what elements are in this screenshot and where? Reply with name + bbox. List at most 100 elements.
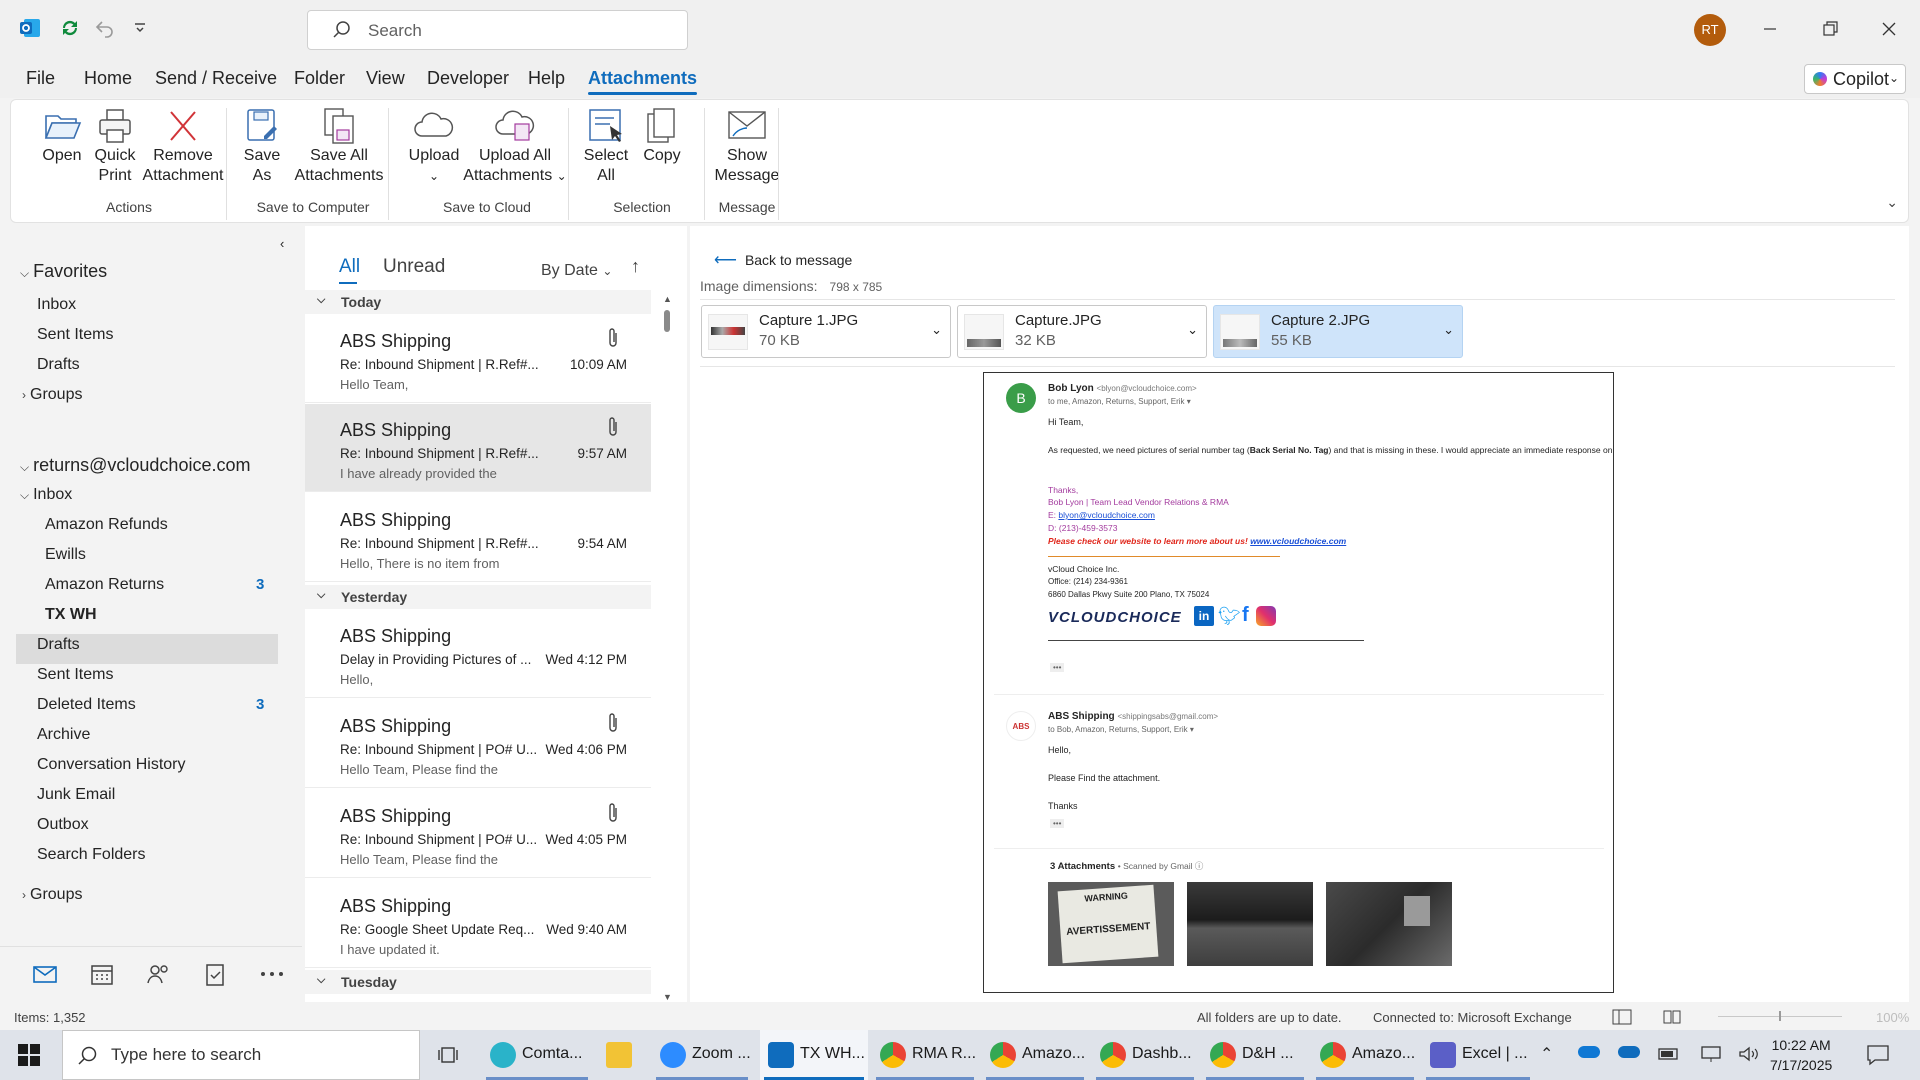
tab-file[interactable]: File <box>26 68 55 89</box>
collapse-pane-icon[interactable]: ‹ <box>280 236 284 251</box>
upload-all-attachments-button[interactable]: Upload All Attachments ⌄ <box>463 108 567 186</box>
tab-folder[interactable]: Folder <box>294 68 345 89</box>
restore-icon[interactable] <box>1815 14 1845 44</box>
save-as-button[interactable]: Save As <box>237 108 287 186</box>
tab-view[interactable]: View <box>366 68 405 89</box>
windows-start-icon[interactable] <box>18 1044 40 1066</box>
message-list-scrollbar[interactable]: ▲ ▼ <box>662 294 672 1002</box>
tab-home[interactable]: Home <box>84 68 132 89</box>
favorites-header[interactable]: ⌵ Favorites <box>20 261 107 282</box>
sort-direction-icon[interactable]: ↑ <box>631 256 640 277</box>
sidebar-item-drafts[interactable]: Drafts <box>37 636 80 654</box>
onedrive-business-icon[interactable] <box>1618 1046 1640 1058</box>
zoom-slider-thumb[interactable] <box>1779 1011 1781 1021</box>
customize-toolbar-icon[interactable] <box>128 16 152 40</box>
ribbon-collapse-icon[interactable]: ⌄ <box>1886 194 1898 211</box>
taskbar-app-chrome-dh[interactable]: D&H ... <box>1202 1030 1308 1080</box>
sidebar-item-conversation-history[interactable]: Conversation History <box>37 756 186 774</box>
sidebar-item-amazon-returns[interactable]: Amazon Returns <box>45 576 164 594</box>
save-all-attachments-button[interactable]: Save All Attachments <box>289 108 389 186</box>
groups-header[interactable]: › Groups <box>22 386 82 404</box>
attachment-capture-2[interactable]: Capture 2.JPG 55 KB ⌄ <box>1213 305 1463 358</box>
taskbar-app-teams-excel[interactable]: Excel | ... <box>1422 1030 1534 1080</box>
people-icon[interactable] <box>143 959 173 989</box>
groups-header[interactable]: › Groups <box>22 886 82 904</box>
fav-sent-items[interactable]: Sent Items <box>37 326 113 344</box>
copy-button[interactable]: Copy <box>635 108 689 166</box>
minimize-icon[interactable] <box>1755 14 1785 44</box>
message-item[interactable]: ABS Shipping Re: Inbound Shipment | PO# … <box>305 700 651 788</box>
reading-view-icon[interactable] <box>1662 1009 1682 1025</box>
calendar-icon[interactable] <box>87 959 117 989</box>
back-to-message-link[interactable]: ⟵ Back to message <box>714 250 852 270</box>
taskbar-app-file-explorer[interactable] <box>598 1030 648 1080</box>
avatar[interactable]: RT <box>1694 14 1726 46</box>
account-header[interactable]: ⌵ returns@vcloudchoice.com <box>20 455 250 476</box>
sidebar-item-tx-wh[interactable]: TX WH <box>45 606 97 624</box>
upload-button[interactable]: Upload ⌄ <box>399 108 469 186</box>
message-item[interactable]: ABS Shipping Re: Inbound Shipment | R.Re… <box>305 315 651 403</box>
notifications-icon[interactable] <box>1866 1044 1890 1066</box>
clock[interactable]: 10:22 AM 7/17/2025 <box>1770 1035 1832 1075</box>
task-view-icon[interactable] <box>437 1044 459 1066</box>
attachment-capture[interactable]: Capture.JPG 32 KB ⌄ <box>957 305 1207 358</box>
taskbar-app-zoom[interactable]: Zoom ... <box>652 1030 752 1080</box>
sidebar-item-deleted-items[interactable]: Deleted Items <box>37 696 136 714</box>
onedrive-icon[interactable] <box>1578 1046 1600 1058</box>
taskbar-app-outlook[interactable]: TX WH... <box>760 1030 868 1080</box>
scrollbar-thumb[interactable] <box>664 310 670 332</box>
sidebar-item-inbox[interactable]: ⌵ Inbox <box>20 486 72 504</box>
chevron-down-icon: ⌄ <box>428 169 440 183</box>
battery-icon[interactable] <box>1658 1045 1680 1063</box>
sidebar-item-ewills[interactable]: Ewills <box>45 546 86 564</box>
tab-all[interactable]: All <box>339 256 360 278</box>
message-item-selected[interactable]: ABS Shipping Re: Inbound Shipment | R.Re… <box>305 404 651 492</box>
sidebar-item-search-folders[interactable]: Search Folders <box>37 846 146 864</box>
sidebar-item-junk-email[interactable]: Junk Email <box>37 786 115 804</box>
network-icon[interactable] <box>1700 1045 1722 1063</box>
fav-inbox[interactable]: Inbox <box>37 296 76 314</box>
message-item[interactable]: ABS Shipping Re: Google Sheet Update Req… <box>305 880 651 968</box>
sidebar-item-amazon-refunds[interactable]: Amazon Refunds <box>45 516 168 534</box>
fav-drafts[interactable]: Drafts <box>37 356 80 374</box>
tab-developer[interactable]: Developer <box>427 68 509 89</box>
tab-attachments[interactable]: Attachments <box>588 68 698 95</box>
taskbar-app-chrome-amazon[interactable]: Amazo... <box>982 1030 1088 1080</box>
taskbar-app-chrome-dashboard[interactable]: Dashb... <box>1092 1030 1198 1080</box>
message-item[interactable]: ABS Shipping Delay in Providing Pictures… <box>305 610 651 698</box>
sidebar-item-archive[interactable]: Archive <box>37 726 90 744</box>
attachment-capture-1[interactable]: Capture 1.JPG 70 KB ⌄ <box>701 305 951 358</box>
taskbar-app-chrome-amazon-2[interactable]: Amazo... <box>1312 1030 1418 1080</box>
taskbar-app-comta[interactable]: Comta... <box>482 1030 592 1080</box>
chevron-down-icon[interactable]: ⌄ <box>1187 322 1198 338</box>
message-item[interactable]: ABS Shipping Re: Inbound Shipment | PO# … <box>305 790 651 878</box>
sync-icon[interactable] <box>58 16 82 40</box>
group-header-tuesday[interactable]: ⌵ Tuesday <box>305 970 651 994</box>
chevron-down-icon[interactable]: ⌄ <box>931 322 942 338</box>
chevron-down-icon[interactable]: ⌄ <box>1443 322 1454 338</box>
remove-attachment-button[interactable]: Remove Attachment <box>135 108 231 186</box>
more-apps-icon[interactable] <box>257 959 287 989</box>
tab-send-receive[interactable]: Send / Receive <box>155 68 277 89</box>
message-item[interactable]: ABS Shipping Re: Inbound Shipment | R.Re… <box>305 494 651 582</box>
show-hidden-icons-icon[interactable]: ⌃ <box>1540 1044 1553 1064</box>
show-message-button[interactable]: Show Message <box>707 108 787 186</box>
taskbar-app-chrome-rma[interactable]: RMA R... <box>872 1030 978 1080</box>
tab-unread[interactable]: Unread <box>383 256 445 278</box>
tab-help[interactable]: Help <box>528 68 565 89</box>
close-icon[interactable] <box>1874 14 1904 44</box>
sidebar-item-outbox[interactable]: Outbox <box>37 816 89 834</box>
undo-icon[interactable] <box>93 16 117 40</box>
tasks-icon[interactable] <box>200 959 230 989</box>
select-all-button[interactable]: Select All <box>579 108 633 186</box>
group-header-yesterday[interactable]: ⌵ Yesterday <box>305 585 651 609</box>
sort-by-date-dropdown[interactable]: By Date ⌄ <box>541 262 612 280</box>
group-header-today[interactable]: ⌵ Today <box>305 290 651 314</box>
taskbar-search-input[interactable]: Type here to search <box>62 1030 420 1080</box>
volume-icon[interactable] <box>1738 1045 1760 1063</box>
mail-icon[interactable] <box>30 959 60 989</box>
copilot-button[interactable]: Copilot ⌄ <box>1804 64 1906 94</box>
sidebar-item-sent-items[interactable]: Sent Items <box>37 666 113 684</box>
normal-view-icon[interactable] <box>1612 1009 1632 1025</box>
search-input[interactable]: Search <box>307 10 688 50</box>
